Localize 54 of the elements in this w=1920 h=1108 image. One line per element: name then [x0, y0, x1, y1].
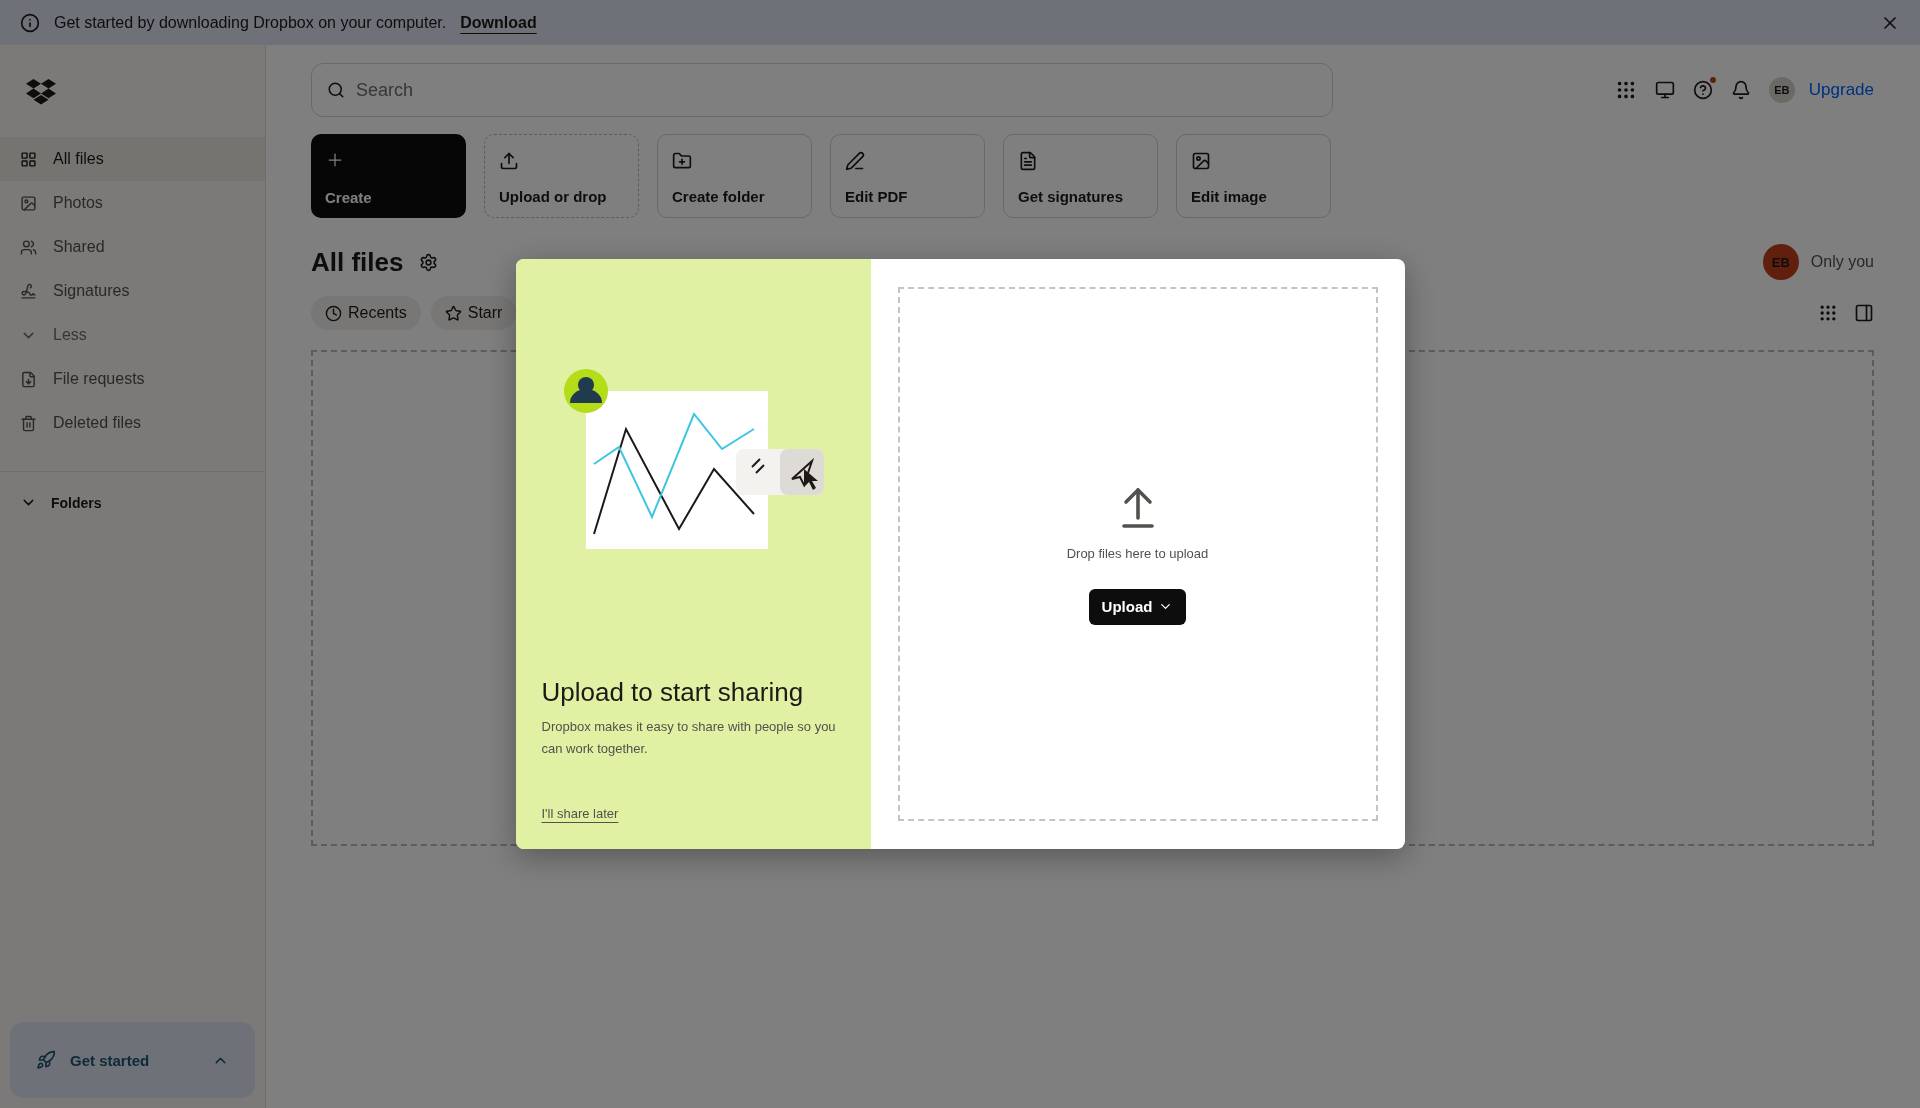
filter-chip[interactable]: Starr: [430, 296, 517, 330]
action-tile[interactable]: Create: [311, 134, 466, 218]
page-title: All files: [311, 246, 404, 278]
sidebar-item[interactable]: All files: [0, 137, 265, 181]
logo-icon[interactable]: [26, 79, 56, 105]
info-icon: [20, 12, 40, 33]
rocket-icon: [36, 1050, 56, 1070]
search-icon: [327, 81, 345, 99]
monitor-icon[interactable]: [1654, 80, 1675, 100]
owner-avatar: EB: [1762, 244, 1799, 280]
grid-view-icon[interactable]: [1818, 303, 1838, 323]
action-tile[interactable]: Get signatures: [1003, 134, 1158, 218]
download-link[interactable]: Download: [460, 13, 537, 32]
banner-text: Get started by downloading Dropbox on your computer.: [54, 13, 447, 32]
search-field[interactable]: Search: [311, 63, 1333, 117]
filter-chip[interactable]: Recents: [311, 296, 421, 330]
upload-drop-zone[interactable]: Drop files here to upload Upload: [897, 287, 1378, 821]
document-icon: [1018, 151, 1038, 171]
sidebar-item[interactable]: Deleted files: [0, 401, 265, 445]
action-tile[interactable]: Edit image: [1176, 134, 1331, 218]
action-tile[interactable]: Upload or drop: [484, 134, 639, 218]
pen-icon: [845, 151, 865, 171]
clock-icon: [325, 304, 342, 322]
upload-icon: [499, 151, 519, 171]
star-icon: [444, 304, 462, 322]
people-icon: [20, 238, 37, 256]
grid-icon: [20, 150, 37, 168]
action-tile[interactable]: Edit PDF: [830, 134, 985, 218]
folder-plus-icon: [672, 151, 692, 171]
share-later-link[interactable]: I'll share later: [541, 806, 619, 821]
sidebar-toggle[interactable]: Less: [0, 313, 265, 357]
dialog-title: Upload to start sharing: [541, 677, 805, 708]
signature-icon: [20, 282, 37, 300]
upgrade-link[interactable]: Upgrade: [1808, 80, 1874, 100]
sidebar-item[interactable]: Shared: [0, 225, 265, 269]
settings-icon[interactable]: [419, 252, 439, 272]
notification-icon[interactable]: [1730, 80, 1751, 100]
dialog-description: Dropbox makes it easy to share with people so you can work together.: [541, 718, 837, 758]
folders-section[interactable]: Folders: [0, 472, 265, 533]
sidebar-item[interactable]: Signatures: [0, 269, 265, 313]
drop-hint: Drop files here to upload: [1066, 545, 1209, 561]
sidebar-item[interactable]: Photos: [0, 181, 265, 225]
file-icon: [20, 370, 37, 388]
trash-icon: [20, 414, 37, 432]
help-icon[interactable]: [1692, 80, 1713, 100]
user-avatar[interactable]: EB: [1768, 77, 1795, 103]
upload-button[interactable]: Upload: [1088, 588, 1187, 625]
sidebar-item[interactable]: File requests: [0, 357, 265, 401]
sharing-text: Only you: [1810, 253, 1874, 271]
get-started-button[interactable]: Get started: [10, 1022, 255, 1098]
image-icon: [1191, 151, 1211, 171]
panel-icon[interactable]: [1854, 303, 1874, 323]
image-icon: [20, 194, 37, 212]
action-tile[interactable]: Create folder: [657, 134, 812, 218]
